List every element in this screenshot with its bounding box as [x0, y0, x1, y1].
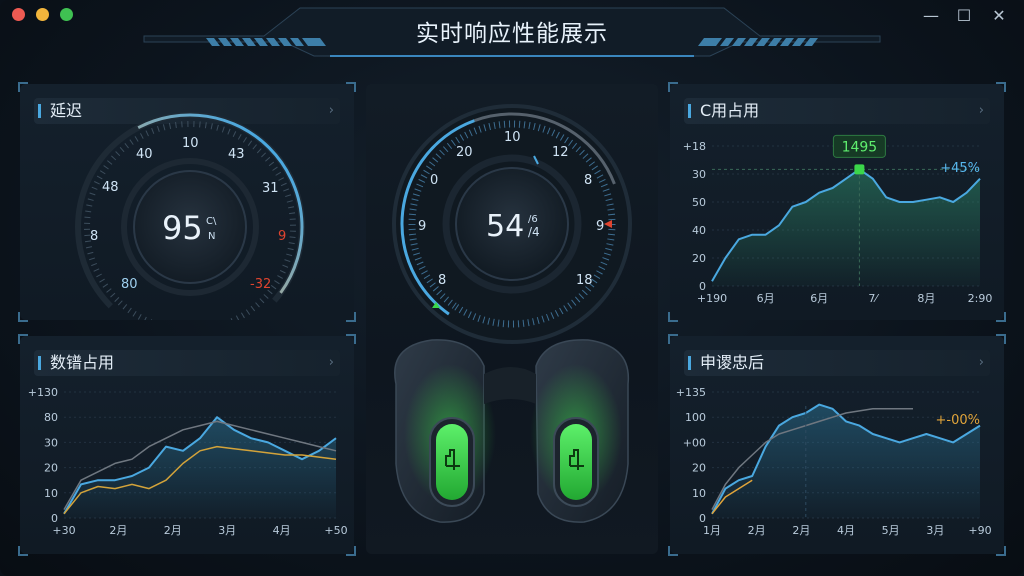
y-tick-label: 30 — [692, 168, 706, 181]
peak-label: 1495 — [842, 139, 878, 155]
y-tick-label: +18 — [683, 140, 706, 153]
maximize-button[interactable]: ☐ — [953, 6, 975, 26]
center-gauge-value: 54 — [486, 209, 524, 244]
center-tick-label: 0 — [430, 173, 438, 188]
x-tick-label: 2:90 — [968, 292, 993, 305]
latency-value: 95 — [162, 209, 203, 247]
center-tick-label: 20 — [456, 145, 473, 160]
x-tick-label: +50 — [324, 524, 347, 537]
data-usage-chart: +130803020100+30 2月 2月 3月 4月 +50 — [28, 386, 348, 537]
center-panel: 8 9 0 20 10 12 8 9 18 54 /6 /4 — [366, 84, 658, 554]
cpu-panel: C用占用 › +18 30 50 40 20 0 +190 6月 6月 7⁄ 8月 2:90 1495 +4… — [668, 82, 1006, 322]
latency-tick-label: 10 — [182, 136, 199, 151]
y-tick-label: 10 — [44, 487, 58, 500]
minimize-button[interactable]: — — [920, 6, 942, 26]
center-gauge: 8 9 0 20 10 12 8 9 18 54 /6 /4 — [392, 104, 632, 523]
center-tick-label: 8 — [438, 273, 446, 288]
y-tick-label: 100 — [685, 411, 706, 424]
cpu-chart: +18305040200+190 6月 6月 7⁄ 8月 2:901495+45% — [683, 134, 993, 305]
latency-unit-bottom: N — [208, 231, 215, 242]
center-tick-label: 8 — [584, 173, 592, 188]
center-tick-label: 12 — [552, 145, 569, 160]
y-tick-label: 20 — [692, 462, 706, 475]
cpu-delta-label: +45% — [940, 161, 980, 176]
latency-unit-top: C\ — [206, 216, 217, 227]
x-tick-label: 3月 — [218, 524, 236, 537]
y-tick-label: +00 — [683, 436, 706, 449]
title-bar: 实时响应性能展示 — ☐ ✕ — [0, 0, 1024, 62]
x-tick-label: +90 — [968, 524, 991, 537]
center-gauge-unit-bottom: /4 — [528, 225, 540, 239]
x-tick-label: 2月 — [748, 524, 766, 537]
center-tick-label: 10 — [504, 130, 521, 145]
y-tick-label: 20 — [692, 252, 706, 265]
x-tick-label: 2月 — [109, 524, 127, 537]
x-tick-label: 1月 — [703, 524, 721, 537]
x-tick-label: 7⁄ — [868, 292, 879, 305]
right-earbud — [530, 339, 630, 523]
y-tick-label: 40 — [692, 224, 706, 237]
left-earbud — [394, 339, 496, 523]
latency-tick-label: 9 — [278, 229, 286, 244]
x-tick-label: 4月 — [837, 524, 855, 537]
y-tick-label: +135 — [676, 386, 706, 399]
center-tick-label: 9 — [418, 219, 426, 234]
x-tick-label: 5月 — [882, 524, 900, 537]
close-button[interactable]: ✕ — [988, 6, 1010, 26]
data-usage-panel: 数镨占用 › +130 80 30 20 10 0 +30 2月 2月 3月 4月 +50 — [18, 334, 356, 556]
peak-marker — [854, 164, 865, 175]
y-tick-label: 20 — [44, 462, 58, 475]
series-area — [712, 169, 980, 286]
sched-delta-label: +-00% — [936, 413, 980, 428]
y-tick-label: 50 — [692, 196, 706, 209]
app-window: 实时响应性能展示 — ☐ ✕ 延迟 › 80 8 48 40 10 43 31 … — [0, 0, 1024, 576]
sched-chart: +135100+00201001月 2月 2月 4月 5月 3月 +90+-00% — [676, 386, 992, 537]
latency-panel: 延迟 › 80 8 48 40 10 43 31 9 -32 95 C\ N — [18, 82, 356, 322]
x-tick-label: +190 — [697, 292, 727, 305]
latency-tick-label: 48 — [102, 180, 119, 195]
x-tick-label: +30 — [52, 524, 75, 537]
app-title: 实时响应性能展示 — [416, 21, 608, 47]
y-tick-label: +130 — [28, 386, 58, 399]
latency-tick-label: 31 — [262, 181, 279, 196]
center-gauge-unit-top: /6 — [528, 214, 538, 225]
y-tick-label: 30 — [44, 436, 58, 449]
sched-panel: 申谡忠后 › +135 100 +00 20 10 0 1月 2月 2月 4月 5月 3月 +90 +-00… — [668, 334, 1006, 556]
center-tick-label: 18 — [576, 273, 593, 288]
center-tick-label: 9 — [596, 219, 604, 234]
latency-gauge: 80 8 48 40 10 43 31 9 -32 95 C\ N — [74, 111, 305, 320]
latency-tick-label: 80 — [121, 277, 138, 292]
x-tick-label: 6月 — [757, 292, 775, 305]
latency-tick-label: 43 — [228, 147, 245, 162]
x-tick-label: 3月 — [926, 524, 944, 537]
latency-tick-label: 8 — [90, 229, 98, 244]
y-tick-label: 80 — [44, 411, 58, 424]
x-tick-label: 8月 — [917, 292, 935, 305]
x-tick-label: 6月 — [810, 292, 828, 305]
latency-tick-label: -32 — [250, 277, 271, 292]
x-tick-label: 2月 — [164, 524, 182, 537]
x-tick-label: 2月 — [792, 524, 810, 537]
latency-tick-label: 40 — [136, 147, 153, 162]
y-tick-label: 10 — [692, 487, 706, 500]
x-tick-label: 4月 — [273, 524, 291, 537]
